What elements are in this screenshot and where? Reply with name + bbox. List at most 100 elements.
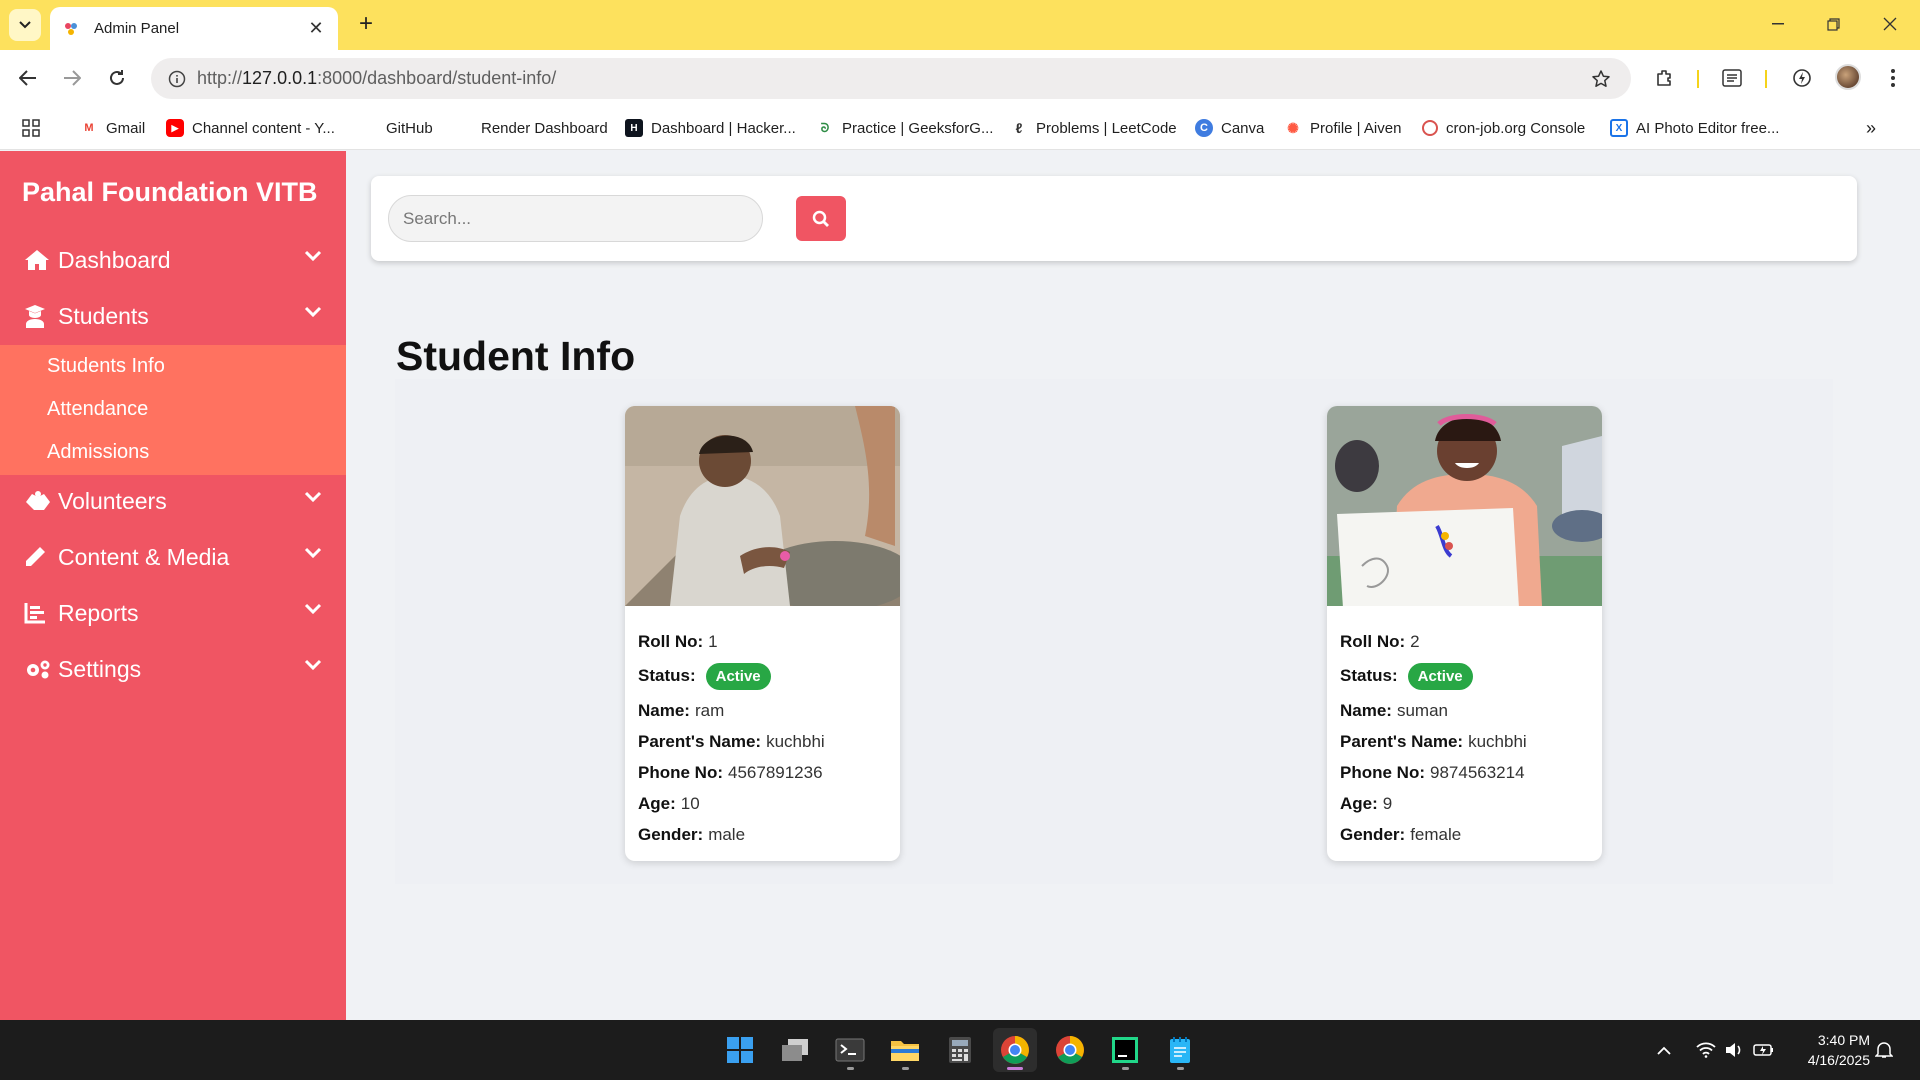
bookmark-aiven[interactable]: ✺ Profile | Aiven xyxy=(1284,117,1401,139)
battery-icon[interactable] xyxy=(1752,1038,1776,1062)
terminal-app[interactable] xyxy=(828,1028,872,1072)
running-indicator xyxy=(1122,1067,1129,1070)
close-window-icon[interactable] xyxy=(1870,8,1910,40)
extensions-icon[interactable] xyxy=(1649,62,1681,94)
pencil-icon xyxy=(24,544,52,570)
phone-field: Phone No: 4567891236 xyxy=(638,762,823,782)
back-button[interactable] xyxy=(11,61,45,95)
minimize-icon[interactable] xyxy=(1758,8,1798,40)
folder-icon xyxy=(891,1041,919,1061)
running-indicator xyxy=(902,1067,909,1070)
site-info-icon[interactable] xyxy=(157,70,197,88)
student-card: Roll No: 1 Status: Active Name: ram Parent'… xyxy=(625,406,900,861)
submenu-item-students-info[interactable]: Students Info xyxy=(47,355,165,378)
leetcode-icon: ℓ xyxy=(1015,120,1023,136)
wifi-icon[interactable] xyxy=(1694,1038,1718,1062)
bookmark-github[interactable]: GitHub xyxy=(360,117,433,139)
bookmark-hackerrank[interactable]: H Dashboard | Hacker... xyxy=(625,117,796,139)
chrome-app[interactable] xyxy=(1048,1028,1092,1072)
tab-search-button[interactable] xyxy=(9,9,41,41)
notepad-icon xyxy=(1170,1037,1190,1063)
geeksforgeeks-icon: ᘐ xyxy=(820,120,830,135)
bookmark-render[interactable]: Render Dashboard xyxy=(455,117,608,139)
youtube-icon: ▶ xyxy=(166,119,184,137)
apps-grid-icon[interactable] xyxy=(22,117,40,139)
task-view-icon xyxy=(782,1039,808,1061)
sidebar-item-volunteers[interactable]: Volunteers xyxy=(0,475,346,527)
sidebar-item-students[interactable]: Students xyxy=(0,290,346,342)
bookmark-cronjob[interactable]: cron-job.org Console xyxy=(1422,117,1585,139)
search-card xyxy=(371,176,1857,261)
roll-field: Roll No: 1 xyxy=(638,631,718,651)
arrow-right-icon xyxy=(64,70,81,86)
windows-icon xyxy=(727,1037,753,1063)
browser-menu-icon[interactable] xyxy=(1877,62,1909,94)
gender-field: Gender: female xyxy=(1340,824,1462,844)
reload-icon xyxy=(110,70,124,85)
chevron-down-icon xyxy=(304,491,322,502)
sidebar-item-content-media[interactable]: Content & Media xyxy=(0,531,346,583)
bookmark-geeksforgeeks[interactable]: ᘐ Practice | GeeksforG... xyxy=(816,117,994,139)
address-bar[interactable]: http://127.0.0.1:8000/dashboard/student-… xyxy=(151,58,1631,99)
forward-button[interactable] xyxy=(55,61,89,95)
url-text[interactable]: http://127.0.0.1:8000/dashboard/student-… xyxy=(197,68,1581,89)
browser-tab-strip: Admin Panel ✕ + xyxy=(0,0,1920,50)
browser-tab-active[interactable]: Admin Panel ✕ xyxy=(50,7,338,50)
chrome-icon xyxy=(1001,1036,1029,1064)
status-field: Status: Active xyxy=(1340,657,1589,695)
chevron-down-icon xyxy=(304,306,322,317)
running-indicator xyxy=(1007,1067,1023,1070)
search-icon xyxy=(812,210,829,227)
students-submenu: Students Info Attendance Admissions xyxy=(0,345,346,475)
file-explorer-app[interactable] xyxy=(883,1028,927,1072)
hands-icon xyxy=(24,488,52,514)
profile-avatar[interactable] xyxy=(1835,64,1861,90)
notepad-app[interactable] xyxy=(1158,1028,1202,1072)
chevron-down-icon xyxy=(304,659,322,670)
system-clock[interactable]: 3:40 PM 4/16/2025 xyxy=(1790,1030,1870,1070)
task-view-button[interactable] xyxy=(773,1028,817,1072)
admin-favicon-icon xyxy=(62,20,80,38)
search-button[interactable] xyxy=(796,196,846,241)
clock-time: 3:40 PM xyxy=(1817,1032,1870,1048)
roll-field: Roll No: 2 xyxy=(1340,631,1420,651)
close-tab-icon[interactable]: ✕ xyxy=(306,18,326,39)
reload-button[interactable] xyxy=(100,61,134,95)
bookmark-canva[interactable]: C Canva xyxy=(1195,117,1264,139)
chrome-app-active[interactable] xyxy=(993,1028,1037,1072)
reading-list-icon[interactable] xyxy=(1716,62,1748,94)
submenu-item-admissions[interactable]: Admissions xyxy=(47,441,149,464)
chevron-down-icon xyxy=(304,547,322,558)
sidebar-item-settings[interactable]: Settings xyxy=(0,643,346,695)
tray-chevron-up-icon[interactable] xyxy=(1652,1038,1676,1062)
phone-field: Phone No: 9874563214 xyxy=(1340,762,1525,782)
performance-icon[interactable] xyxy=(1786,62,1818,94)
submenu-item-attendance[interactable]: Attendance xyxy=(47,398,148,421)
search-input[interactable] xyxy=(388,195,763,242)
student-photo xyxy=(625,406,900,606)
bookmark-star-icon[interactable] xyxy=(1581,69,1621,89)
notifications-icon[interactable] xyxy=(1870,1038,1898,1062)
status-badge: Active xyxy=(705,662,771,690)
gmail-icon: M xyxy=(84,122,94,134)
pycharm-app[interactable] xyxy=(1103,1028,1147,1072)
new-tab-button[interactable]: + xyxy=(352,10,380,38)
volume-icon[interactable] xyxy=(1722,1038,1746,1062)
bookmark-leetcode[interactable]: ℓ Problems | LeetCode xyxy=(1010,117,1177,139)
status-field: Status: Active xyxy=(638,657,887,695)
restore-icon[interactable] xyxy=(1813,8,1853,40)
bookmark-youtube[interactable]: ▶ Channel content - Y... xyxy=(166,117,335,139)
bookmark-photo-editor[interactable]: X AI Photo Editor free... xyxy=(1610,117,1779,139)
bookmark-gmail[interactable]: M Gmail xyxy=(80,117,145,139)
sidebar-item-dashboard[interactable]: Dashboard xyxy=(0,234,346,286)
brand-title: Pahal Foundation VITB xyxy=(22,177,318,207)
student-card: Roll No: 2 Status: Active Name: suman Paren… xyxy=(1327,406,1602,861)
sidebar-item-reports[interactable]: Reports xyxy=(0,587,346,639)
start-button[interactable] xyxy=(718,1028,762,1072)
more-bookmarks-icon[interactable]: » xyxy=(1866,117,1876,139)
terminal-icon xyxy=(835,1038,865,1062)
parent-field: Parent's Name: kuchbhi xyxy=(638,731,825,751)
calculator-app[interactable] xyxy=(938,1028,982,1072)
age-field: Age: 10 xyxy=(638,793,700,813)
canva-icon: C xyxy=(1195,119,1213,137)
